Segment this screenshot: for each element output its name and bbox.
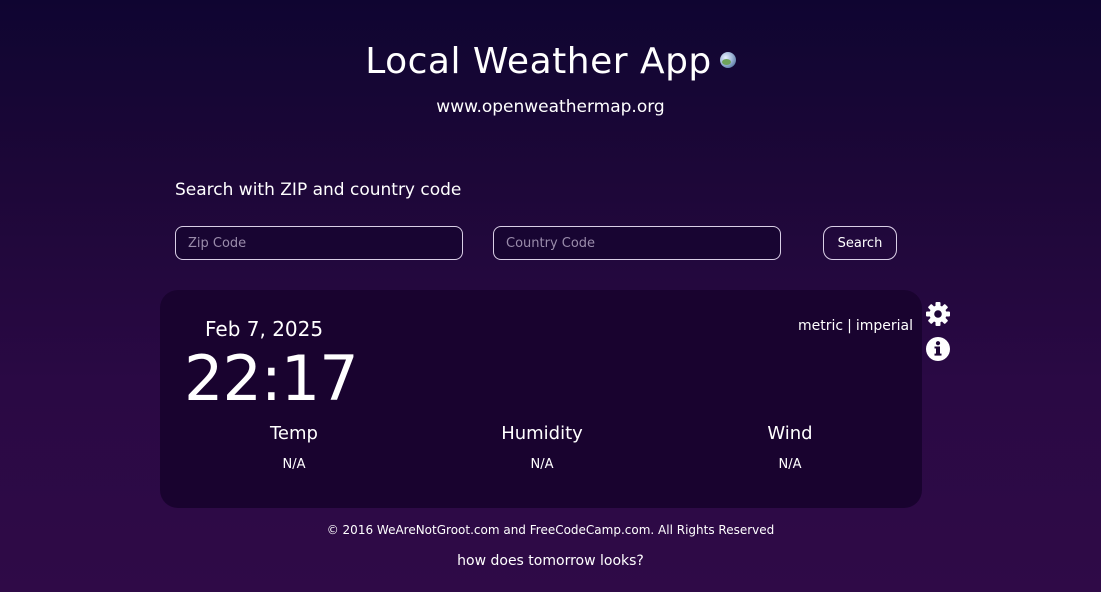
api-source-subtitle: www.openweathermap.org xyxy=(436,97,665,117)
app-title-text: Local Weather App xyxy=(365,41,712,82)
gear-icon[interactable] xyxy=(925,301,951,327)
humidity-label: Humidity xyxy=(501,423,583,444)
country-code-input[interactable] xyxy=(493,226,781,260)
imperial-unit-link[interactable]: imperial xyxy=(856,318,913,334)
temp-value: N/A xyxy=(282,457,306,472)
unit-separator: | xyxy=(847,318,852,334)
app-title: Local Weather App xyxy=(0,40,1101,84)
search-heading: Search with ZIP and country code xyxy=(175,180,462,200)
globe-icon xyxy=(719,52,736,68)
unit-toggle: metric | imperial xyxy=(798,316,913,336)
wind-label: Wind xyxy=(767,423,813,444)
search-button[interactable]: Search xyxy=(823,226,897,260)
current-date: Feb 7, 2025 xyxy=(205,317,324,341)
metric-unit-link[interactable]: metric xyxy=(798,318,843,334)
copyright-footer: © 2016 WeAreNotGroot.com and FreeCodeCam… xyxy=(326,523,775,537)
humidity-value: N/A xyxy=(530,457,554,472)
wind-value: N/A xyxy=(778,457,802,472)
current-time: 22:17 xyxy=(184,342,359,415)
tomorrow-forecast: how does tomorrow looks? xyxy=(0,551,1101,571)
temp-label: Temp xyxy=(270,423,318,444)
tomorrow-forecast-link[interactable]: how does tomorrow looks? xyxy=(457,553,644,569)
info-icon[interactable] xyxy=(925,336,951,362)
zip-code-input[interactable] xyxy=(175,226,463,260)
